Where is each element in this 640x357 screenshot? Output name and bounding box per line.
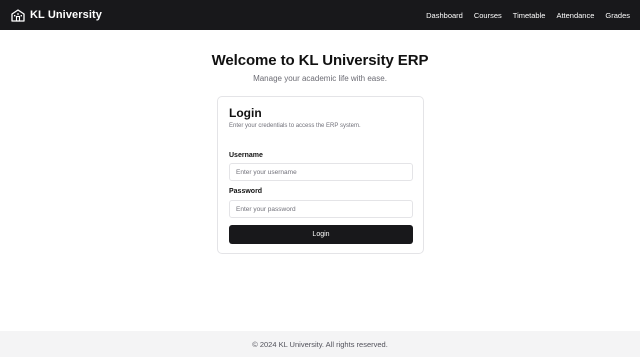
- password-label: Password: [229, 188, 263, 195]
- copyright-text: © 2024 KL University. All rights reserve…: [252, 339, 388, 349]
- footer: © 2024 KL University. All rights reserve…: [0, 331, 640, 357]
- password-input[interactable]: [229, 200, 413, 218]
- page-subtitle: Manage your academic life with ease.: [253, 74, 387, 83]
- username-label: Username: [229, 152, 263, 159]
- login-card: Login Enter your credentials to access t…: [217, 96, 424, 254]
- username-input[interactable]: [229, 163, 413, 181]
- login-title: Login: [229, 106, 262, 120]
- login-description: Enter your credentials to access the ERP…: [229, 123, 361, 129]
- top-navbar: KL University Dashboard Courses Timetabl…: [0, 0, 640, 30]
- nav-link-attendance[interactable]: Attendance: [556, 11, 594, 20]
- nav-link-courses[interactable]: Courses: [474, 11, 502, 20]
- page-title: Welcome to KL University ERP: [211, 52, 429, 69]
- login-button[interactable]: Login: [229, 225, 413, 244]
- brand-name: KL University: [30, 9, 103, 21]
- nav-link-dashboard[interactable]: Dashboard: [426, 11, 463, 20]
- nav-link-grades[interactable]: Grades: [605, 11, 630, 20]
- main-nav: Dashboard Courses Timetable Attendance G…: [426, 11, 630, 20]
- nav-link-timetable[interactable]: Timetable: [513, 11, 546, 20]
- school-building-icon: [11, 8, 25, 22]
- brand[interactable]: KL University: [11, 8, 103, 22]
- welcome-section: Welcome to KL University ERP Manage your…: [0, 52, 640, 83]
